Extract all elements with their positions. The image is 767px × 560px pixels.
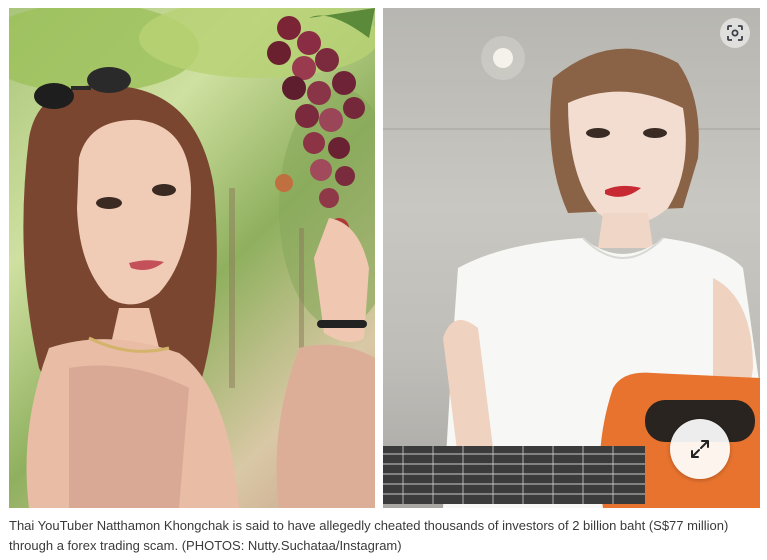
lens-scan-button[interactable] [720, 18, 750, 48]
photo-right [383, 8, 760, 508]
lens-scan-icon [726, 24, 744, 42]
photo-left [9, 8, 375, 508]
woman-grapes-illustration [9, 8, 375, 508]
expand-button[interactable] [670, 419, 730, 479]
photo-caption: Thai YouTuber Natthamon Khongchak is sai… [9, 518, 729, 553]
expand-arrows-icon [688, 437, 712, 461]
